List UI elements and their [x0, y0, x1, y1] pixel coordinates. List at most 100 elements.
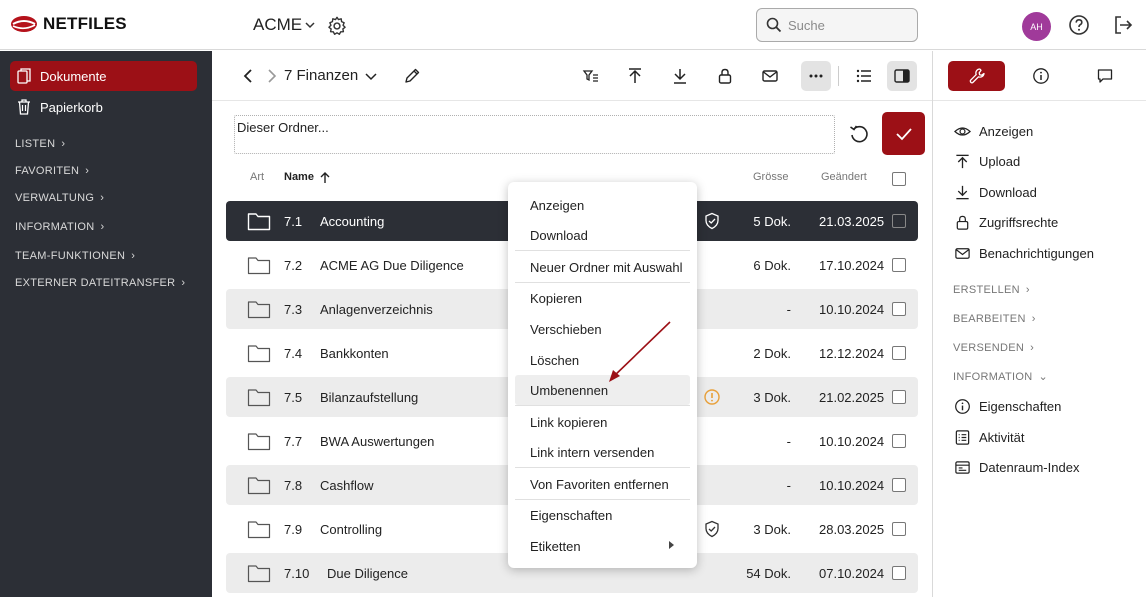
menu-item-link-intern-versenden[interactable]: Link intern versenden	[515, 437, 690, 467]
lock-icon	[956, 215, 969, 230]
chevron-down-icon	[365, 72, 377, 80]
row-number: 7.7	[284, 434, 303, 449]
panel-action-benachrichtigungen[interactable]: Benachrichtigungen	[954, 245, 1094, 262]
folder-icon	[247, 521, 271, 539]
panel-action-zugriffsrechte[interactable]: Zugriffsrechte	[954, 214, 1058, 231]
menu-item-von-favoriten-entfernen[interactable]: Von Favoriten entfernen	[515, 469, 690, 499]
panel-group-versenden[interactable]: VERSENDEN ›	[953, 342, 1034, 354]
menu-item-kopieren[interactable]: Kopieren	[515, 283, 690, 313]
panel-info-eigenschaften[interactable]: Eigenschaften	[954, 398, 1061, 415]
column-header-type[interactable]: Art	[250, 171, 264, 183]
tab-info[interactable]	[1026, 61, 1056, 91]
list-view-button[interactable]	[849, 61, 879, 91]
activity-list-icon	[955, 430, 970, 445]
panel-info-datenraum-index[interactable]: Datenraum-Index	[954, 459, 1079, 476]
pencil-icon	[405, 68, 420, 83]
sidebar: Dokumente Papierkorb LISTEN › FAVORITEN › …	[0, 51, 212, 597]
search-icon	[766, 17, 782, 33]
row-checkbox[interactable]	[892, 390, 906, 404]
row-number: 7.10	[284, 566, 310, 581]
upload-button[interactable]	[620, 61, 650, 91]
chevron-right-icon: ›	[100, 221, 105, 233]
edit-folder-button[interactable]	[397, 61, 427, 91]
row-checkbox[interactable]	[892, 214, 906, 228]
panel-info-label: Aktivität	[979, 430, 1025, 445]
panel-group-information[interactable]: INFORMATION ⌄	[953, 370, 1048, 384]
envelope-icon	[762, 70, 778, 82]
org-switcher[interactable]: ACME	[253, 15, 316, 35]
info-icon	[955, 399, 970, 414]
panel-group-bearbeiten[interactable]: BEARBEITEN ›	[953, 313, 1036, 325]
logout-icon[interactable]	[1112, 14, 1134, 36]
menu-item-download[interactable]: Download	[515, 220, 690, 250]
undo-icon[interactable]	[848, 123, 870, 145]
search-box[interactable]	[756, 8, 918, 42]
org-name: ACME	[253, 15, 303, 34]
sidebar-group-label: FAVORITEN	[15, 165, 80, 177]
sidebar-group-label: INFORMATION	[15, 221, 95, 233]
forward-button[interactable]	[256, 61, 286, 91]
sidebar-group-label: TEAM-FUNKTIONEN	[15, 250, 126, 262]
confirm-description-button[interactable]	[882, 112, 925, 155]
column-header-name[interactable]: Name	[284, 171, 314, 183]
row-name: Accounting	[320, 214, 385, 229]
menu-item-anzeigen[interactable]: Anzeigen	[515, 190, 690, 220]
row-checkbox[interactable]	[892, 346, 906, 360]
panel-toggle-button[interactable]	[887, 61, 917, 91]
menu-item-eigenschaften[interactable]: Eigenschaften	[515, 500, 690, 530]
column-header-changed[interactable]: Geändert	[821, 171, 867, 183]
row-checkbox[interactable]	[892, 302, 906, 316]
avatar[interactable]: AH	[1022, 12, 1051, 41]
details-tabs	[933, 51, 1146, 101]
menu-item-etiketten[interactable]: Etiketten	[515, 531, 690, 561]
more-actions-button[interactable]	[801, 61, 831, 91]
details-panel: Anzeigen Upload Download Zugriffsrechte …	[932, 51, 1146, 597]
tab-comments[interactable]	[1090, 61, 1120, 91]
panel-action-upload[interactable]: Upload	[954, 153, 1020, 170]
sort-ascending-icon[interactable]	[320, 172, 330, 184]
panel-group-erstellen[interactable]: ERSTELLEN ›	[953, 284, 1030, 296]
row-date: 10.10.2024	[819, 478, 885, 493]
download-button[interactable]	[665, 61, 695, 91]
panel-action-download[interactable]: Download	[954, 184, 1037, 201]
folder-icon	[247, 213, 271, 231]
netfiles-logo[interactable]: NETFILES	[10, 14, 127, 34]
gear-icon[interactable]	[326, 15, 348, 37]
row-checkbox[interactable]	[892, 566, 906, 580]
row-checkbox[interactable]	[892, 434, 906, 448]
row-size: -	[786, 478, 791, 493]
row-checkbox[interactable]	[892, 522, 906, 536]
select-all-checkbox[interactable]	[892, 172, 906, 186]
tab-actions[interactable]	[948, 61, 1005, 91]
sidebar-item-papierkorb[interactable]: Papierkorb	[10, 92, 197, 122]
row-checkbox[interactable]	[892, 478, 906, 492]
panel-action-anzeigen[interactable]: Anzeigen	[954, 123, 1033, 140]
menu-item-link-kopieren[interactable]: Link kopieren	[515, 407, 690, 437]
permissions-button[interactable]	[710, 61, 740, 91]
filter-button[interactable]	[576, 61, 606, 91]
help-icon[interactable]	[1068, 14, 1090, 36]
menu-item-neuer-ordner-mit-auswahl[interactable]: Neuer Ordner mit Auswahl	[515, 252, 690, 282]
notify-button[interactable]	[755, 61, 785, 91]
sidebar-group-externer-dateitransfer[interactable]: EXTERNER DATEITRANSFER ›	[15, 277, 185, 289]
panel-group-label: INFORMATION	[953, 370, 1033, 383]
panel-info-aktivitaet[interactable]: Aktivität	[954, 429, 1025, 446]
search-input[interactable]	[788, 17, 898, 33]
row-checkbox[interactable]	[892, 258, 906, 272]
panel-action-label: Upload	[979, 154, 1021, 169]
sidebar-group-favoriten[interactable]: FAVORITEN ›	[15, 165, 89, 177]
toolbar-divider	[838, 66, 839, 86]
folder-icon	[247, 301, 271, 319]
sidebar-group-information[interactable]: INFORMATION ›	[15, 221, 104, 233]
row-size: 5 Dok.	[753, 214, 791, 229]
sidebar-group-team-funktionen[interactable]: TEAM-FUNKTIONEN ›	[15, 250, 135, 262]
folder-description-field[interactable]: Dieser Ordner...	[234, 115, 835, 154]
sidebar-group-verwaltung[interactable]: VERWALTUNG ›	[15, 192, 104, 204]
row-number: 7.8	[284, 478, 303, 493]
sidebar-group-listen[interactable]: LISTEN ›	[15, 138, 65, 150]
folder-breadcrumb[interactable]: 7 Finanzen	[284, 67, 378, 84]
chevron-right-icon: ›	[131, 250, 136, 262]
sidebar-item-dokumente[interactable]: Dokumente	[10, 61, 197, 91]
side-panel-icon	[894, 69, 910, 83]
column-header-size[interactable]: Grösse	[753, 171, 788, 183]
